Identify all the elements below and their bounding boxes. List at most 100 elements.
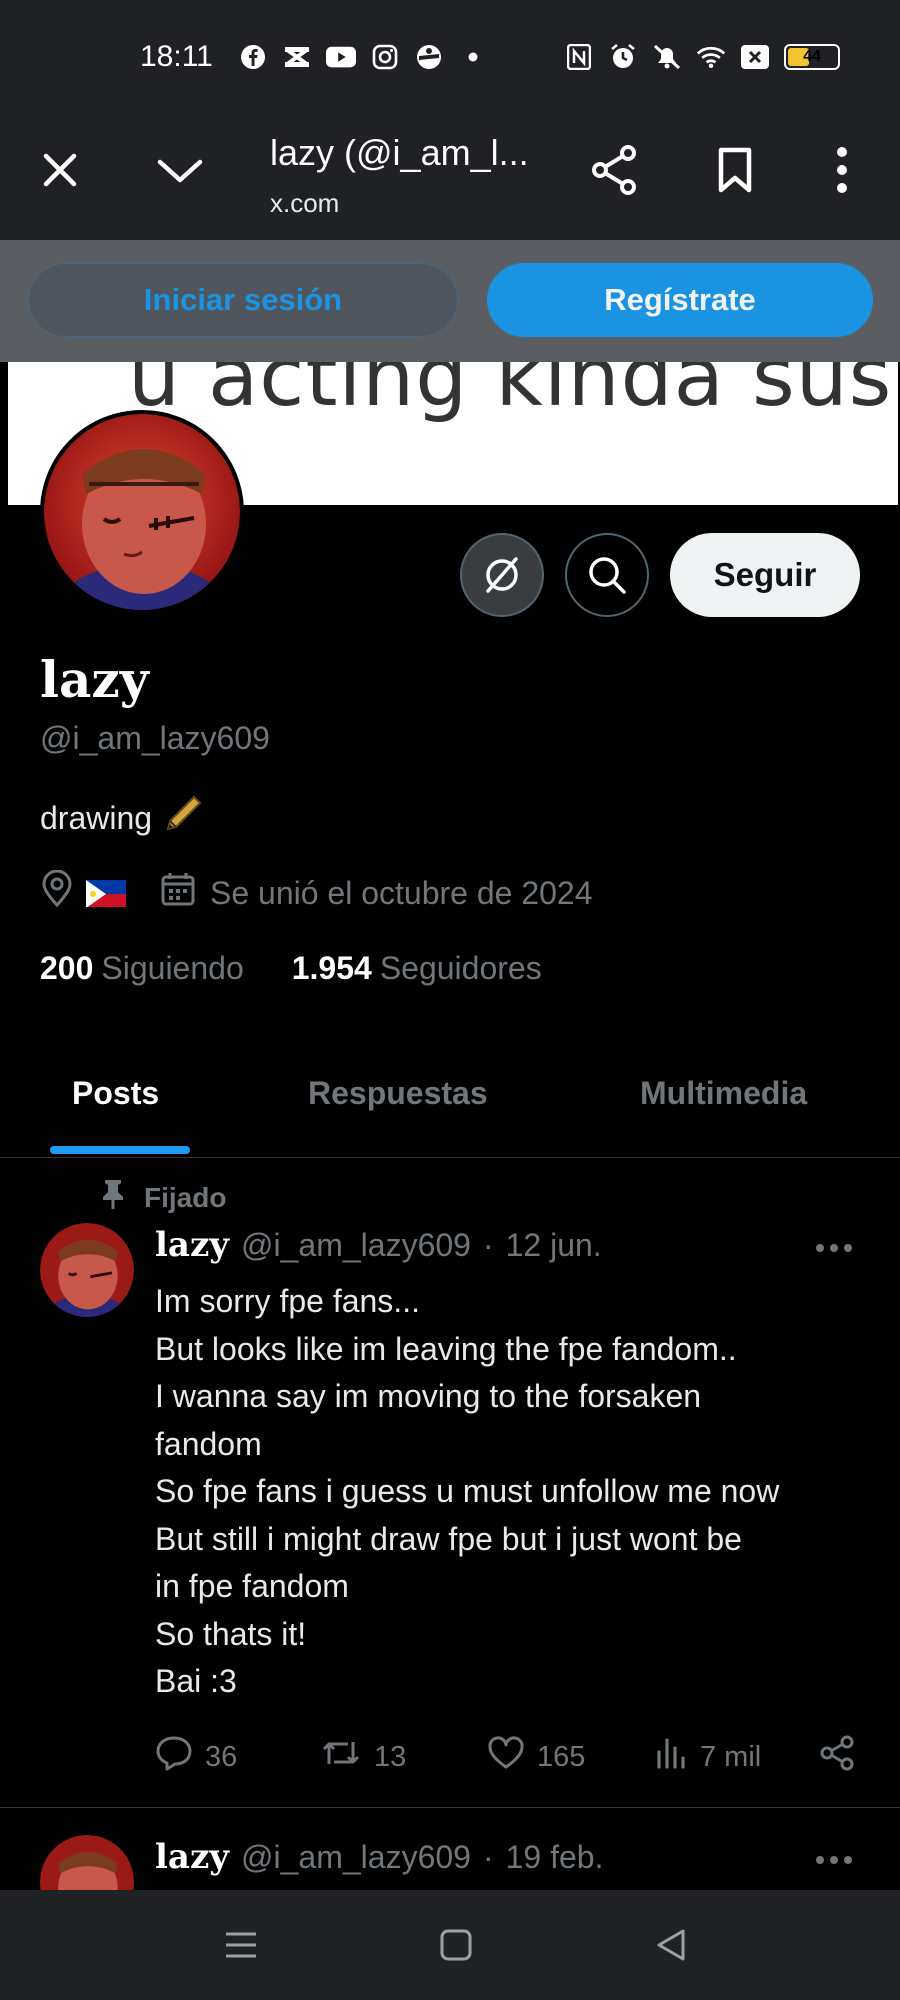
post-author-name[interactable]: lazy (155, 1837, 229, 1877)
post-line: So thats it! (155, 1615, 307, 1652)
post-line: Im sorry fpe fans... (155, 1283, 420, 1319)
profile-bio: drawing (40, 793, 204, 843)
tab-media[interactable]: Multimedia (640, 1075, 807, 1112)
post-text: Im sorry fpe fans... But looks like im l… (155, 1278, 865, 1706)
post-actions: 36 13 165 7 mil (155, 1735, 865, 1779)
repost-icon (320, 1736, 362, 1778)
back-icon[interactable] (651, 1925, 691, 1965)
post-separator: · (482, 1227, 494, 1263)
post-header: lazy @i_am_lazy609 · 12 jun. (155, 1225, 602, 1265)
post-author-name[interactable]: lazy (155, 1225, 229, 1265)
avatar[interactable] (40, 410, 244, 614)
follow-button[interactable]: Seguir (670, 533, 860, 617)
menu-icon[interactable] (221, 1925, 261, 1965)
nfc-icon (564, 42, 594, 72)
post-separator: · (482, 1839, 494, 1875)
battery-level: 44 (803, 48, 821, 65)
login-button[interactable]: Iniciar sesión (28, 263, 458, 337)
post-line: So fpe fans i guess u must unfollow me n… (155, 1473, 780, 1509)
capcut-icon (282, 42, 312, 72)
share-icon[interactable] (585, 140, 645, 200)
reply-button[interactable]: 36 (155, 1735, 320, 1779)
more-horizontal-icon[interactable] (816, 1850, 856, 1870)
post-line: But still i might draw fpe but i just wo… (155, 1520, 742, 1557)
system-nav-bar (0, 1890, 900, 2000)
share-icon (819, 1735, 855, 1779)
browser-toolbar: lazy (@i_am_l... x.com (0, 110, 900, 240)
register-button[interactable]: Regístrate (487, 263, 873, 337)
views-count: 7 mil (700, 1740, 762, 1773)
profile-name: lazy (40, 650, 149, 709)
reply-icon (155, 1735, 193, 1779)
post-author-handle[interactable]: @i_am_lazy609 (241, 1227, 471, 1264)
mute-icon (652, 42, 682, 72)
post-share-button[interactable] (819, 1735, 855, 1779)
wifi-icon (696, 42, 726, 72)
philippines-flag-icon (86, 879, 126, 907)
search-icon[interactable] (565, 533, 649, 617)
more-horizontal-icon[interactable] (816, 1238, 856, 1258)
post-line: Bai :3 (155, 1663, 237, 1699)
like-count: 165 (537, 1740, 586, 1773)
tab-posts[interactable]: Posts (72, 1075, 159, 1112)
joined-date: Se unió el octubre de 2024 (210, 874, 593, 911)
banner-text: u acting kinda sus (128, 362, 893, 425)
roblox-icon (414, 42, 444, 72)
followers-count: 1.954 (291, 950, 372, 986)
post-divider (0, 1807, 900, 1808)
youtube-icon (326, 42, 356, 72)
facebook-icon (238, 42, 268, 72)
profile-stats: 200 Siguiendo 1.954 Seguidores (40, 950, 542, 987)
followers-label: Seguidores (379, 950, 542, 986)
pen-icon (162, 793, 204, 843)
tab-indicator (50, 1146, 190, 1154)
repost-count: 13 (374, 1740, 407, 1773)
post-author-handle[interactable]: @i_am_lazy609 (241, 1839, 471, 1876)
post-date[interactable]: 19 feb. (506, 1839, 604, 1876)
like-button[interactable]: 165 (487, 1736, 654, 1778)
pin-icon (100, 1178, 126, 1217)
post-date[interactable]: 12 jun. (506, 1227, 602, 1264)
views-button[interactable]: 7 mil (654, 1736, 819, 1778)
location-icon (40, 869, 74, 916)
repost-button[interactable]: 13 (320, 1736, 487, 1778)
profile-handle: @i_am_lazy609 (40, 720, 270, 756)
following-count: 200 (40, 950, 94, 986)
profile-meta: Se unió el octubre de 2024 (40, 869, 593, 916)
notification-icons (238, 42, 488, 72)
reply-count: 36 (205, 1740, 238, 1773)
post-line: in fpe fandom (155, 1568, 349, 1604)
dot-icon (458, 42, 488, 72)
calendar-icon (160, 871, 196, 915)
pinned-label: Fijado (100, 1178, 226, 1217)
battery-icon: 44 (784, 44, 840, 70)
status-time: 18:11 (140, 40, 213, 73)
tab-replies[interactable]: Respuestas (308, 1075, 488, 1112)
followers-link[interactable]: 1.954 Seguidores (292, 950, 542, 987)
chevron-down-icon[interactable] (150, 140, 210, 200)
instagram-icon (370, 42, 400, 72)
close-icon[interactable] (30, 140, 90, 200)
following-link[interactable]: 200 Siguiendo (40, 950, 244, 987)
more-vertical-icon[interactable] (812, 140, 872, 200)
home-icon[interactable] (436, 1925, 476, 1965)
page-title: lazy (@i_am_l... (270, 132, 529, 173)
views-icon (654, 1736, 688, 1778)
sim-icon (740, 42, 770, 72)
bio-text: drawing (40, 799, 153, 836)
post-avatar[interactable] (40, 1835, 134, 1890)
bookmark-icon[interactable] (705, 140, 765, 200)
post-avatar[interactable] (40, 1223, 134, 1317)
heart-icon (487, 1736, 525, 1778)
login-banner: Iniciar sesión Regístrate (0, 240, 900, 362)
post-line: But looks like im leaving the fpe fandom… (155, 1330, 737, 1367)
post-line: fandom (155, 1425, 262, 1462)
post-line: I wanna say im moving to the forsaken (155, 1378, 702, 1414)
status-bar: 18:11 44 (0, 0, 900, 110)
post-header: lazy @i_am_lazy609 · 19 feb. (155, 1837, 603, 1877)
grok-icon[interactable] (460, 533, 544, 617)
profile-tabs: Posts Respuestas Multimedia (0, 1055, 900, 1158)
alarm-icon (608, 42, 638, 72)
page-url: x.com (270, 188, 340, 218)
system-icons: 44 (564, 42, 840, 72)
